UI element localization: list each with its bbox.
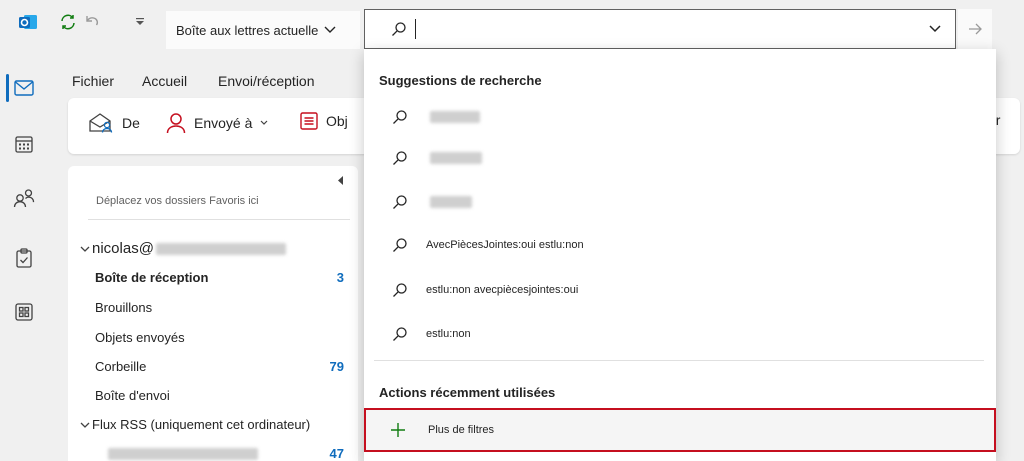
from-label: De <box>122 115 140 131</box>
redacted-feed-name <box>108 448 258 460</box>
chevron-down-icon <box>260 120 268 126</box>
suggestion-item[interactable]: AvecPiècesJointes:oui estlu:non <box>364 225 996 265</box>
search-icon <box>391 21 407 37</box>
folder-sent[interactable]: Objets envoyés <box>95 330 185 345</box>
suggestion-text: AvecPiècesJointes:oui estlu:non <box>426 239 584 251</box>
rss-unread-count: 47 <box>329 446 344 461</box>
account-header[interactable]: nicolas@ <box>80 240 286 257</box>
plus-icon <box>390 422 406 438</box>
folder-drafts[interactable]: Brouillons <box>95 300 152 315</box>
search-icon <box>390 109 410 125</box>
outlook-logo-icon <box>18 12 38 32</box>
folder-outbox[interactable]: Boîte d'envoi <box>95 388 170 403</box>
suggestion-item[interactable] <box>364 138 996 178</box>
folder-label: Brouillons <box>95 300 153 315</box>
redacted-suggestion <box>430 196 472 208</box>
folder-pane: Déplacez vos dossiers Favoris ici nicola… <box>68 166 358 461</box>
search-box[interactable] <box>364 9 956 49</box>
rail-item-mail[interactable] <box>0 70 48 106</box>
navigation-rail <box>0 64 48 461</box>
rail-item-tasks[interactable] <box>0 240 48 276</box>
suggestions-heading: Suggestions de recherche <box>379 73 542 88</box>
active-indicator <box>6 74 9 102</box>
redacted-suggestion <box>430 152 482 164</box>
rail-item-people[interactable] <box>0 180 48 216</box>
folder-rss[interactable]: Flux RSS (uniquement cet ordinateur) <box>80 417 310 432</box>
folder-deleted[interactable]: Corbeille <box>95 359 146 374</box>
subject-label: Obj <box>326 113 348 129</box>
rail-item-calendar[interactable] <box>0 126 48 162</box>
sync-icon[interactable] <box>58 12 78 32</box>
suggestion-item[interactable] <box>364 182 996 222</box>
recent-actions-heading: Actions récemment utilisées <box>379 385 556 400</box>
search-input[interactable] <box>416 13 929 45</box>
tab-envoi-reception[interactable]: Envoi/réception <box>218 73 315 89</box>
search-icon <box>390 282 410 298</box>
calendar-icon <box>15 135 33 153</box>
search-submit-button[interactable] <box>958 9 992 49</box>
folder-label: Flux RSS (uniquement cet ordinateur) <box>92 417 311 432</box>
folder-label: Boîte de réception <box>95 270 209 285</box>
chevron-down-icon <box>324 26 336 34</box>
folder-label: Corbeille <box>95 359 147 374</box>
person-icon <box>166 112 186 134</box>
collapse-pane-icon[interactable] <box>338 176 344 185</box>
inbox-unread-count: 3 <box>336 270 344 285</box>
folder-label: Boîte d'envoi <box>95 388 170 403</box>
suggestion-text: estlu:non <box>426 328 471 340</box>
redacted-suggestion <box>430 111 480 123</box>
suggestion-item[interactable]: estlu:non avecpiècesjointes:oui <box>364 270 996 310</box>
tab-fichier[interactable]: Fichier <box>72 73 114 89</box>
search-options-chevron-icon[interactable] <box>929 25 941 33</box>
chevron-down-icon <box>80 421 90 429</box>
redacted-account-domain <box>155 242 286 255</box>
deleted-unread-count: 79 <box>329 359 344 374</box>
customize-quick-access-icon[interactable] <box>130 12 150 32</box>
favorites-hint: Déplacez vos dossiers Favoris ici <box>96 195 259 207</box>
search-icon <box>390 194 410 210</box>
search-icon <box>390 326 410 342</box>
apps-icon <box>15 303 33 321</box>
suggestion-text: estlu:non avecpiècesjointes:oui <box>426 284 579 296</box>
tab-accueil[interactable]: Accueil <box>142 73 187 89</box>
account-name: nicolas@ <box>92 240 154 257</box>
undo-icon[interactable] <box>82 12 102 32</box>
from-filter-button[interactable]: De <box>88 112 140 134</box>
search-icon <box>390 237 410 253</box>
mail-icon <box>14 80 34 96</box>
people-icon <box>13 188 35 208</box>
sent-to-filter-button[interactable]: Envoyé à <box>166 112 268 134</box>
search-scope-label: Boîte aux lettres actuelle <box>176 22 319 38</box>
folder-label: Objets envoyés <box>95 330 185 345</box>
search-scope-dropdown[interactable]: Boîte aux lettres actuelle <box>166 11 360 49</box>
chevron-down-icon <box>80 245 90 253</box>
document-lines-icon <box>300 112 318 130</box>
rail-item-apps[interactable] <box>0 294 48 330</box>
more-filters-button[interactable]: Plus de filtres <box>364 408 996 452</box>
suggestion-item[interactable] <box>364 97 996 137</box>
subject-filter-button[interactable]: Obj <box>300 112 348 130</box>
arrow-right-icon <box>968 23 982 35</box>
more-filters-label: Plus de filtres <box>428 424 495 436</box>
divider <box>374 360 984 361</box>
folder-inbox[interactable]: Boîte de réception <box>95 270 208 285</box>
divider <box>88 219 350 220</box>
tasks-icon <box>15 248 33 268</box>
search-icon <box>390 150 410 166</box>
suggestion-item[interactable]: estlu:non <box>364 314 996 354</box>
contact-envelope-icon <box>88 112 114 134</box>
sent-to-label: Envoyé à <box>194 115 253 131</box>
search-suggestions-dropdown: Suggestions de recherche AvecPiècesJoint… <box>364 49 996 461</box>
